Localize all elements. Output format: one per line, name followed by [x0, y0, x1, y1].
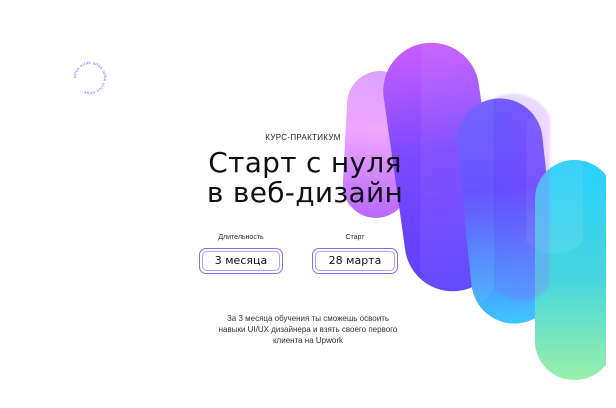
purple-ribbon-shape	[383, 42, 501, 292]
blue-ribbon-shape	[456, 98, 558, 324]
eyebrow-label: КУРС-ПРАКТИКУМ	[265, 133, 341, 142]
start-label: Старт	[345, 234, 365, 241]
ribbon-shine	[420, 39, 494, 309]
pink-ribbon-shape	[342, 71, 414, 218]
title-line-2: в веб-дизайн	[206, 176, 404, 209]
green-ribbon-shape	[535, 160, 606, 380]
ribbon-glow	[495, 93, 550, 302]
duration-label: Длительность	[218, 234, 264, 241]
description-line-2: навыки UI/UX дизайнера и взять своего пе…	[218, 325, 398, 334]
description-line-3: клиента на Upwork	[272, 336, 344, 345]
title-line-1: Старт с нуля	[208, 146, 402, 179]
circular-text-badge-icon: ui/ux ui/ux ui/ux ui/ux ui/ux ui/ux	[70, 58, 110, 98]
page-title: Старт с нуля в веб-дизайн	[150, 148, 460, 208]
duration-pill: 3 месяца	[199, 248, 283, 274]
start-pill: 28 марта	[312, 248, 398, 274]
svg-text:ui/ux ui/ux ui/ux ui/ux ui/ux: ui/ux ui/ux ui/ux ui/ux ui/ux ui/ux	[72, 60, 108, 96]
badge-text: ui/ux ui/ux ui/ux ui/ux ui/ux ui/ux	[72, 60, 108, 96]
ribbon-highlight	[526, 113, 583, 254]
description-line-1: За 3 месяца обучения ты сможешь освоить	[226, 314, 390, 323]
course-description: За 3 месяца обучения ты сможешь освоить …	[201, 313, 415, 346]
hero-card: ui/ux ui/ux ui/ux ui/ux ui/ux ui/ux КУРС…	[8, 10, 606, 390]
